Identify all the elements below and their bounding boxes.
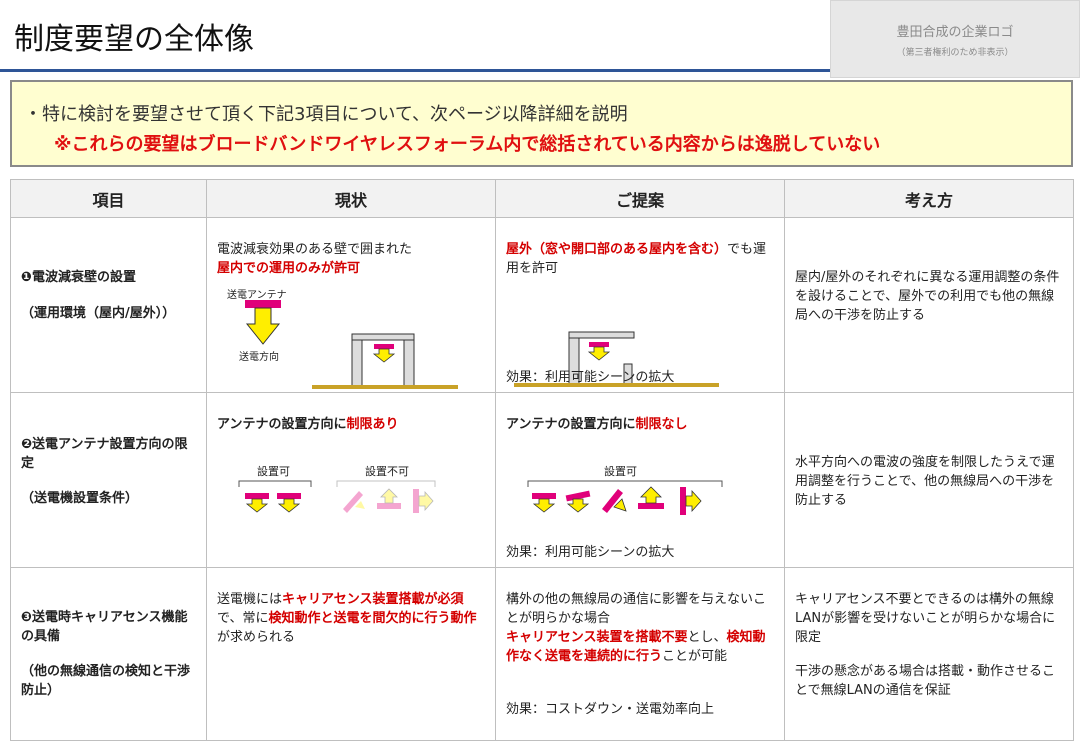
request-table: 項目 現状 ご提案 考え方 ❶電波減衰壁の設置 （運用環境（屋内/屋外）） 電波… — [10, 179, 1074, 741]
summary-box: ・特に検討を要望させて頂く下記3項目について、次ページ以降詳細を説明 ※これらの… — [10, 80, 1073, 167]
proposal-cell: 屋外（窓や開口部のある屋内を含む）でも運用を許可 効果：利用可能シーンの拡大 — [495, 217, 785, 393]
header-proposal: ご提案 — [495, 179, 785, 218]
proposal-heading: アンテナの設置方向に制限なし — [506, 417, 688, 432]
item-title: ❸送電時キャリアセンス機能の具備 — [21, 610, 188, 644]
all-orientations-icon — [527, 480, 723, 515]
indoor-wall-icon — [312, 333, 458, 389]
table-row: ❶電波減衰壁の設置 （運用環境（屋内/屋外）） 電波減衰効果のある壁で囲まれた … — [10, 217, 1074, 393]
page-title: 制度要望の全体像 — [14, 22, 254, 57]
item-title: ❶電波減衰壁の設置 — [21, 270, 137, 285]
current-cell: アンテナの設置方向に制限あり 設置可 設置不可 — [206, 392, 496, 568]
item-cell: ❷送電アンテナ設置方向の限定 （送電機設置条件） — [10, 392, 207, 568]
direction-label: 送電方向 — [239, 352, 279, 363]
item-subtitle: （他の無線通信の検知と干渉防止） — [21, 664, 191, 698]
title-underline — [0, 69, 830, 72]
proposal-cell: アンテナの設置方向に制限なし 設置可 効果：利用可能シーンの拡大 — [495, 392, 785, 568]
logo-note: （第三者権利のため非表示） — [896, 48, 1014, 58]
label-not-allowed: 設置不可 — [365, 465, 409, 478]
table-header-row: 項目 現状 ご提案 考え方 — [10, 179, 1074, 218]
summary-note: ※これらの要望はブロードバンドワイヤレスフォーラム内で総括されている内容からは逸… — [54, 134, 881, 155]
table-row: ❸送電時キャリアセンス機能の具備 （他の無線通信の検知と干渉防止） 送電機にはキ… — [10, 567, 1074, 741]
reason-text: キャリアセンス不要とできるのは構外の無線LANが影響を受けないことが明らかな場合… — [795, 592, 1056, 645]
current-cell: 送電機にはキャリアセンス装置搭載が必須で、常に検知動作と送電を間欠的に行う動作が… — [206, 567, 496, 741]
effect-text: 効果：コストダウン・送電効率向上 — [506, 702, 715, 717]
item-cell: ❶電波減衰壁の設置 （運用環境（屋内/屋外）） — [10, 217, 207, 393]
item-cell: ❸送電時キャリアセンス機能の具備 （他の無線通信の検知と干渉防止） — [10, 567, 207, 741]
reason-cell: キャリアセンス不要とできるのは構外の無線LANが影響を受けないことが明らかな場合… — [784, 567, 1074, 741]
effect-text: 効果：利用可能シーンの拡大 — [506, 545, 675, 560]
reason-cell: 水平方向への電波の強度を制限したうえで運用調整を行うことで、他の無線局への干渉を… — [784, 392, 1074, 568]
current-text: 電波減衰効果のある壁で囲まれた 屋内での運用のみが許可 — [217, 242, 413, 276]
summary-line: ・特に検討を要望させて頂く下記3項目について、次ページ以降詳細を説明 — [24, 104, 628, 125]
disallowed-orientations-icon — [336, 480, 436, 513]
label-allowed: 設置可 — [257, 465, 290, 478]
current-heading: アンテナの設置方向に制限あり — [217, 417, 399, 432]
label-allowed: 設置可 — [604, 465, 637, 478]
current-text: 送電機にはキャリアセンス装置搭載が必須で、常に検知動作と送電を間欠的に行う動作が… — [217, 592, 477, 645]
allowed-orientations-icon — [238, 480, 312, 513]
logo-text: 豊田合成の企業ロゴ — [896, 25, 1014, 40]
current-cell: 電波減衰効果のある壁で囲まれた 屋内での運用のみが許可 送電アンテナ 送電方向 — [206, 217, 496, 393]
item-subtitle: （運用環境（屋内/屋外）） — [21, 306, 176, 321]
proposal-cell: 構外の他の無線局の通信に影響を与えないことが明らかな場合 キャリアセンス装置を搭… — [495, 567, 785, 741]
reason-text-2: 干渉の懸念がある場合は搭載・動作させることで無線LANの通信を保証 — [795, 664, 1056, 698]
reason-cell: 屋内/屋外のそれぞれに異なる運用調整の条件を設けることで、屋外での利用でも他の無… — [784, 217, 1074, 393]
reason-text: 水平方向への電波の強度を制限したうえで運用調整を行うことで、他の無線局への干渉を… — [795, 455, 1055, 508]
antenna-label: 送電アンテナ — [227, 290, 287, 301]
logo-placeholder: 豊田合成の企業ロゴ （第三者権利のため非表示） — [830, 0, 1080, 78]
reason-text: 屋内/屋外のそれぞれに異なる運用調整の条件を設けることで、屋外での利用でも他の無… — [795, 270, 1060, 323]
header-item: 項目 — [10, 179, 207, 218]
header-reason: 考え方 — [784, 179, 1074, 218]
proposal-text: 屋外（窓や開口部のある屋内を含む）でも運用を許可 — [506, 242, 767, 276]
effect-text: 効果：利用可能シーンの拡大 — [506, 370, 675, 385]
item-subtitle: （送電機設置条件） — [21, 491, 139, 506]
header-current: 現状 — [206, 179, 496, 218]
item-title: ❷送電アンテナ設置方向の限定 — [21, 437, 188, 471]
antenna-arrow-icon — [245, 300, 281, 345]
proposal-text: 構外の他の無線局の通信に影響を与えないことが明らかな場合 キャリアセンス装置を搭… — [506, 592, 767, 664]
table-row: ❷送電アンテナ設置方向の限定 （送電機設置条件） アンテナの設置方向に制限あり … — [10, 392, 1074, 568]
